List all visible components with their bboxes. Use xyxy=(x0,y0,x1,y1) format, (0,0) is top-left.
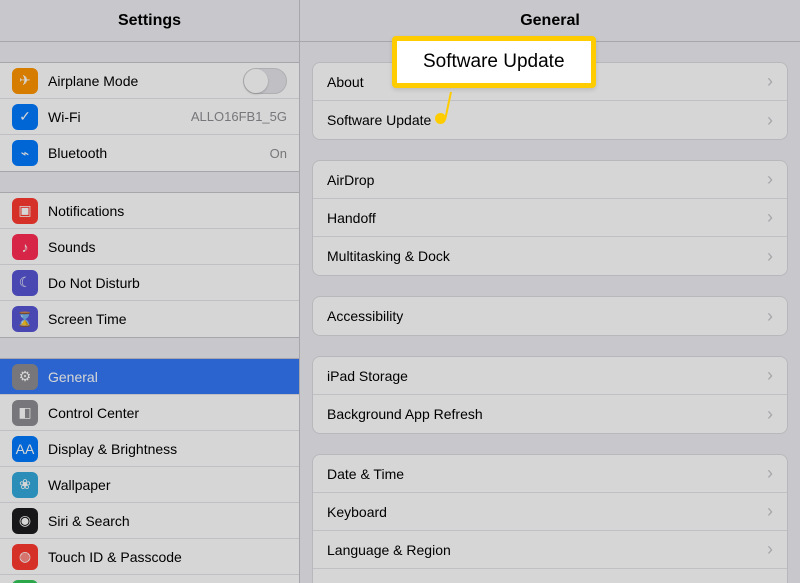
detail-row-label: Handoff xyxy=(327,210,767,226)
touchid-icon: ◍ xyxy=(12,544,38,570)
detail-group: Date & Time›Keyboard›Language & Region›D… xyxy=(312,454,788,583)
chevron-right-icon: › xyxy=(767,539,773,560)
notifications-icon: ▣ xyxy=(12,198,38,224)
wifi-icon: ✓ xyxy=(12,104,38,130)
detail-row-label: Multitasking & Dock xyxy=(327,248,767,264)
sidebar-item-label: Do Not Disturb xyxy=(48,275,287,291)
chevron-right-icon: › xyxy=(767,246,773,267)
detail-row-software-update[interactable]: Software Update› xyxy=(313,101,787,139)
detail-row-ipad-storage[interactable]: iPad Storage› xyxy=(313,357,787,395)
detail-row-dictionary[interactable]: Dictionary› xyxy=(313,569,787,583)
detail-group: AirDrop›Handoff›Multitasking & Dock› xyxy=(312,160,788,276)
detail-row-label: Software Update xyxy=(327,112,767,128)
wallpaper-icon: ❀ xyxy=(12,472,38,498)
callout-software-update: Software Update xyxy=(392,36,596,88)
sidebar-item-label: Touch ID & Passcode xyxy=(48,549,287,565)
sidebar-group: ⚙ General ◧ Control Center AA Display & Brigh… xyxy=(0,358,299,583)
detail-groups: About›Software Update›AirDrop›Handoff›Mu… xyxy=(300,62,800,583)
detail-row-language-region[interactable]: Language & Region› xyxy=(313,531,787,569)
sidebar-item-screen-time[interactable]: ⌛ Screen Time xyxy=(0,301,299,337)
sidebar-item-display-brightness[interactable]: AA Display & Brightness xyxy=(0,431,299,467)
sidebar-item-airplane-mode[interactable]: ✈ Airplane Mode xyxy=(0,63,299,99)
sidebar-item-label: Airplane Mode xyxy=(48,73,243,89)
detail-row-label: Keyboard xyxy=(327,504,767,520)
sidebar-item-label: General xyxy=(48,369,287,385)
detail-row-keyboard[interactable]: Keyboard› xyxy=(313,493,787,531)
callout-label: Software Update xyxy=(423,51,565,72)
sidebar-item-label: Sounds xyxy=(48,239,287,255)
sidebar-item-wi-fi[interactable]: ✓ Wi-Fi ALLO16FB1_5G xyxy=(0,99,299,135)
bluetooth-icon: ⌁ xyxy=(12,140,38,166)
sidebar-item-detail: On xyxy=(270,146,287,161)
sidebar-item-battery[interactable]: ▮Battery xyxy=(0,575,299,583)
sidebar-item-wallpaper[interactable]: ❀ Wallpaper xyxy=(0,467,299,503)
sidebar-group: ▣ Notifications ♪ Sounds ☾ Do Not Disturb ⌛ Scr… xyxy=(0,192,299,338)
sidebar-item-label: Wi-Fi xyxy=(48,109,185,125)
controlcenter-icon: ◧ xyxy=(12,400,38,426)
detail-row-label: AirDrop xyxy=(327,172,767,188)
dnd-icon: ☾ xyxy=(12,270,38,296)
sidebar-item-bluetooth[interactable]: ⌁ Bluetooth On xyxy=(0,135,299,171)
detail-row-accessibility[interactable]: Accessibility› xyxy=(313,297,787,335)
sidebar-title: Settings xyxy=(0,0,299,42)
display-icon: AA xyxy=(12,436,38,462)
detail-group: Accessibility› xyxy=(312,296,788,336)
chevron-right-icon: › xyxy=(767,404,773,425)
sidebar-item-label: Display & Brightness xyxy=(48,441,287,457)
sidebar-item-detail: ALLO16FB1_5G xyxy=(191,109,287,124)
sidebar-item-label: Control Center xyxy=(48,405,287,421)
sidebar-item-control-center[interactable]: ◧ Control Center xyxy=(0,395,299,431)
airplane-icon: ✈ xyxy=(12,68,38,94)
chevron-right-icon: › xyxy=(767,501,773,522)
detail-row-label: Date & Time xyxy=(327,466,767,482)
sidebar-item-general[interactable]: ⚙ General xyxy=(0,359,299,395)
sidebar-item-label: Screen Time xyxy=(48,311,287,327)
chevron-right-icon: › xyxy=(767,306,773,327)
chevron-right-icon: › xyxy=(767,110,773,131)
general-icon: ⚙ xyxy=(12,364,38,390)
chevron-right-icon: › xyxy=(767,207,773,228)
sidebar-item-label: Wallpaper xyxy=(48,477,287,493)
detail-row-label: iPad Storage xyxy=(327,368,767,384)
sidebar-item-label: Bluetooth xyxy=(48,145,264,161)
detail-row-label: Accessibility xyxy=(327,308,767,324)
detail-row-label: Language & Region xyxy=(327,542,767,558)
detail-row-date-time[interactable]: Date & Time› xyxy=(313,455,787,493)
chevron-right-icon: › xyxy=(767,463,773,484)
callout-pointer-dot xyxy=(435,113,446,124)
detail-group: iPad Storage›Background App Refresh› xyxy=(312,356,788,434)
chevron-right-icon: › xyxy=(767,71,773,92)
airplane-mode-toggle[interactable] xyxy=(243,68,287,94)
detail-row-airdrop[interactable]: AirDrop› xyxy=(313,161,787,199)
screentime-icon: ⌛ xyxy=(12,306,38,332)
sidebar-item-touch-id-passcode[interactable]: ◍ Touch ID & Passcode xyxy=(0,539,299,575)
sidebar-item-notifications[interactable]: ▣ Notifications xyxy=(0,193,299,229)
sidebar-item-sounds[interactable]: ♪ Sounds xyxy=(0,229,299,265)
sidebar-item-siri-search[interactable]: ◉ Siri & Search xyxy=(0,503,299,539)
detail-row-label: Background App Refresh xyxy=(327,406,767,422)
chevron-right-icon: › xyxy=(767,365,773,386)
chevron-right-icon: › xyxy=(767,578,773,583)
settings-screen: Settings ✈ Airplane Mode ✓ Wi-Fi ALLO16FB1_5… xyxy=(0,0,800,583)
sidebar-item-label: Siri & Search xyxy=(48,513,287,529)
sidebar-group: ✈ Airplane Mode ✓ Wi-Fi ALLO16FB1_5G ⌁ Bluetoo… xyxy=(0,62,299,172)
detail-row-multitasking-dock[interactable]: Multitasking & Dock› xyxy=(313,237,787,275)
detail-row-background-app-refresh[interactable]: Background App Refresh› xyxy=(313,395,787,433)
sidebar-item-do-not-disturb[interactable]: ☾ Do Not Disturb xyxy=(0,265,299,301)
settings-sidebar: Settings ✈ Airplane Mode ✓ Wi-Fi ALLO16FB1_5… xyxy=(0,0,300,583)
sidebar-groups: ✈ Airplane Mode ✓ Wi-Fi ALLO16FB1_5G ⌁ Bluetoo… xyxy=(0,62,299,583)
detail-row-handoff[interactable]: Handoff› xyxy=(313,199,787,237)
sidebar-item-label: Notifications xyxy=(48,203,287,219)
siri-icon: ◉ xyxy=(12,508,38,534)
chevron-right-icon: › xyxy=(767,169,773,190)
sounds-icon: ♪ xyxy=(12,234,38,260)
